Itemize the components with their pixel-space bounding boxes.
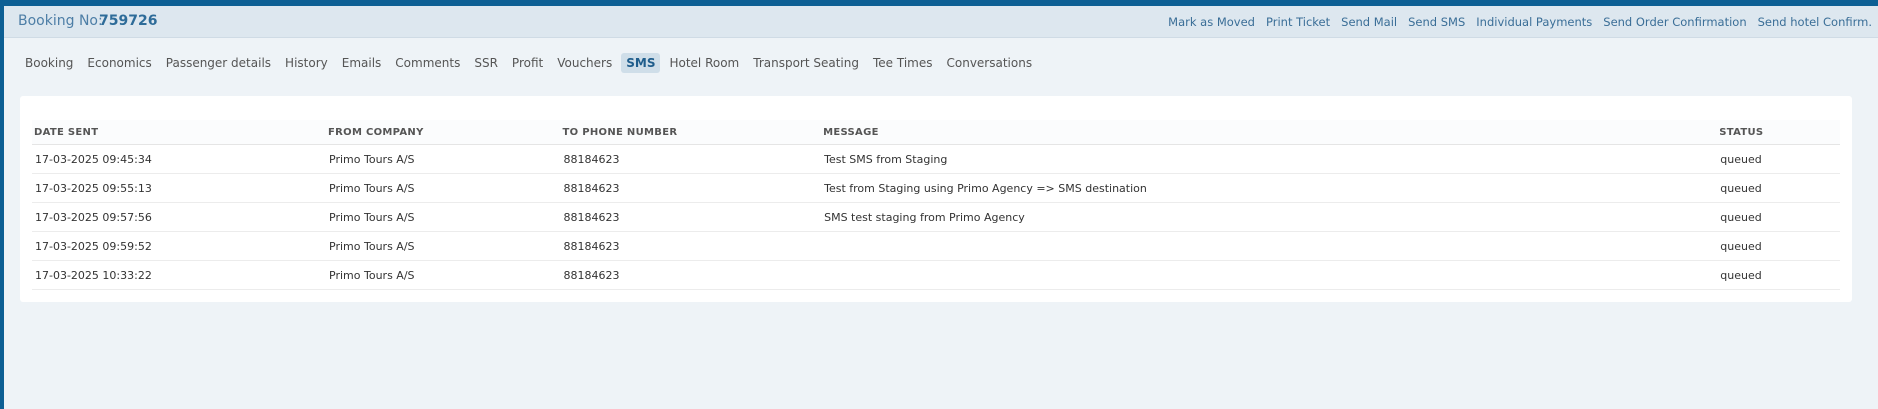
booking-header: Booking No: 759726 Mark as Moved Print T…	[4, 6, 1878, 38]
send-order-confirmation-link[interactable]: Send Order Confirmation	[1603, 15, 1746, 29]
cell-date-sent: 17-03-2025 10:33:22	[32, 260, 327, 290]
tab-conversations[interactable]: Conversations	[942, 53, 1038, 73]
tab-profit[interactable]: Profit	[507, 53, 548, 73]
header-actions: Mark as Moved Print Ticket Send Mail Sen…	[1168, 15, 1872, 29]
cell-message: Test from Staging using Primo Agency => …	[821, 173, 1718, 203]
tab-history[interactable]: History	[280, 53, 333, 73]
cell-phone-number: 88184623	[560, 202, 822, 232]
tab-sms[interactable]: SMS	[621, 53, 661, 73]
cell-message: SMS test staging from Primo Agency	[821, 202, 1718, 232]
column-header-from-company[interactable]: FROM COMPANY	[326, 120, 561, 145]
table-row[interactable]: 17-03-2025 09:45:34 Primo Tours A/S 8818…	[32, 144, 1840, 174]
tab-tee-times[interactable]: Tee Times	[868, 53, 938, 73]
column-header-to-phone-number[interactable]: TO PHONE NUMBER	[560, 120, 822, 145]
mark-as-moved-link[interactable]: Mark as Moved	[1168, 15, 1255, 29]
tab-vouchers[interactable]: Vouchers	[552, 53, 617, 73]
send-sms-link[interactable]: Send SMS	[1408, 15, 1465, 29]
send-mail-link[interactable]: Send Mail	[1341, 15, 1397, 29]
tab-hotel-room[interactable]: Hotel Room	[664, 53, 744, 73]
table-row[interactable]: 17-03-2025 09:55:13 Primo Tours A/S 8818…	[32, 173, 1840, 203]
cell-message	[821, 231, 1718, 261]
cell-phone-number: 88184623	[560, 173, 822, 203]
tab-ssr[interactable]: SSR	[469, 53, 503, 73]
booking-number-label: Booking No:	[18, 13, 103, 29]
cell-status: queued	[1717, 260, 1840, 290]
cell-date-sent: 17-03-2025 09:45:34	[32, 144, 327, 174]
cell-message	[821, 260, 1718, 290]
cell-date-sent: 17-03-2025 09:59:52	[32, 231, 327, 261]
column-header-date-sent[interactable]: DATE SENT	[32, 120, 327, 145]
individual-payments-link[interactable]: Individual Payments	[1476, 15, 1592, 29]
cell-status: queued	[1717, 173, 1840, 203]
table-header-row: DATE SENT FROM COMPANY TO PHONE NUMBER M…	[32, 120, 1840, 145]
cell-phone-number: 88184623	[560, 260, 822, 290]
cell-phone-number: 88184623	[560, 144, 822, 174]
cell-from-company: Primo Tours A/S	[326, 202, 561, 232]
tab-economics[interactable]: Economics	[82, 53, 156, 73]
tab-passenger-details[interactable]: Passenger details	[161, 53, 276, 73]
table-row[interactable]: 17-03-2025 09:59:52 Primo Tours A/S 8818…	[32, 231, 1840, 261]
column-header-status[interactable]: STATUS	[1717, 120, 1840, 145]
cell-from-company: Primo Tours A/S	[326, 173, 561, 203]
booking-number: 759726	[99, 13, 158, 29]
cell-phone-number: 88184623	[560, 231, 822, 261]
cell-status: queued	[1717, 144, 1840, 174]
tab-booking[interactable]: Booking	[20, 53, 78, 73]
cell-from-company: Primo Tours A/S	[326, 260, 561, 290]
table-row[interactable]: 17-03-2025 09:57:56 Primo Tours A/S 8818…	[32, 202, 1840, 232]
cell-from-company: Primo Tours A/S	[326, 231, 561, 261]
print-ticket-link[interactable]: Print Ticket	[1266, 15, 1330, 29]
tab-emails[interactable]: Emails	[337, 53, 387, 73]
sms-table: DATE SENT FROM COMPANY TO PHONE NUMBER M…	[32, 120, 1840, 290]
cell-from-company: Primo Tours A/S	[326, 144, 561, 174]
sms-list-card: DATE SENT FROM COMPANY TO PHONE NUMBER M…	[20, 96, 1852, 302]
left-accent-rail	[0, 0, 4, 409]
cell-status: queued	[1717, 202, 1840, 232]
tab-transport-seating[interactable]: Transport Seating	[748, 53, 864, 73]
tab-comments[interactable]: Comments	[390, 53, 465, 73]
cell-status: queued	[1717, 231, 1840, 261]
cell-message: Test SMS from Staging	[821, 144, 1718, 174]
column-header-message[interactable]: MESSAGE	[821, 120, 1718, 145]
booking-tabs: Booking Economics Passenger details Hist…	[20, 53, 1037, 73]
cell-date-sent: 17-03-2025 09:57:56	[32, 202, 327, 232]
table-row[interactable]: 17-03-2025 10:33:22 Primo Tours A/S 8818…	[32, 260, 1840, 290]
send-hotel-confirm-link[interactable]: Send hotel Confirm.	[1758, 15, 1872, 29]
cell-date-sent: 17-03-2025 09:55:13	[32, 173, 327, 203]
